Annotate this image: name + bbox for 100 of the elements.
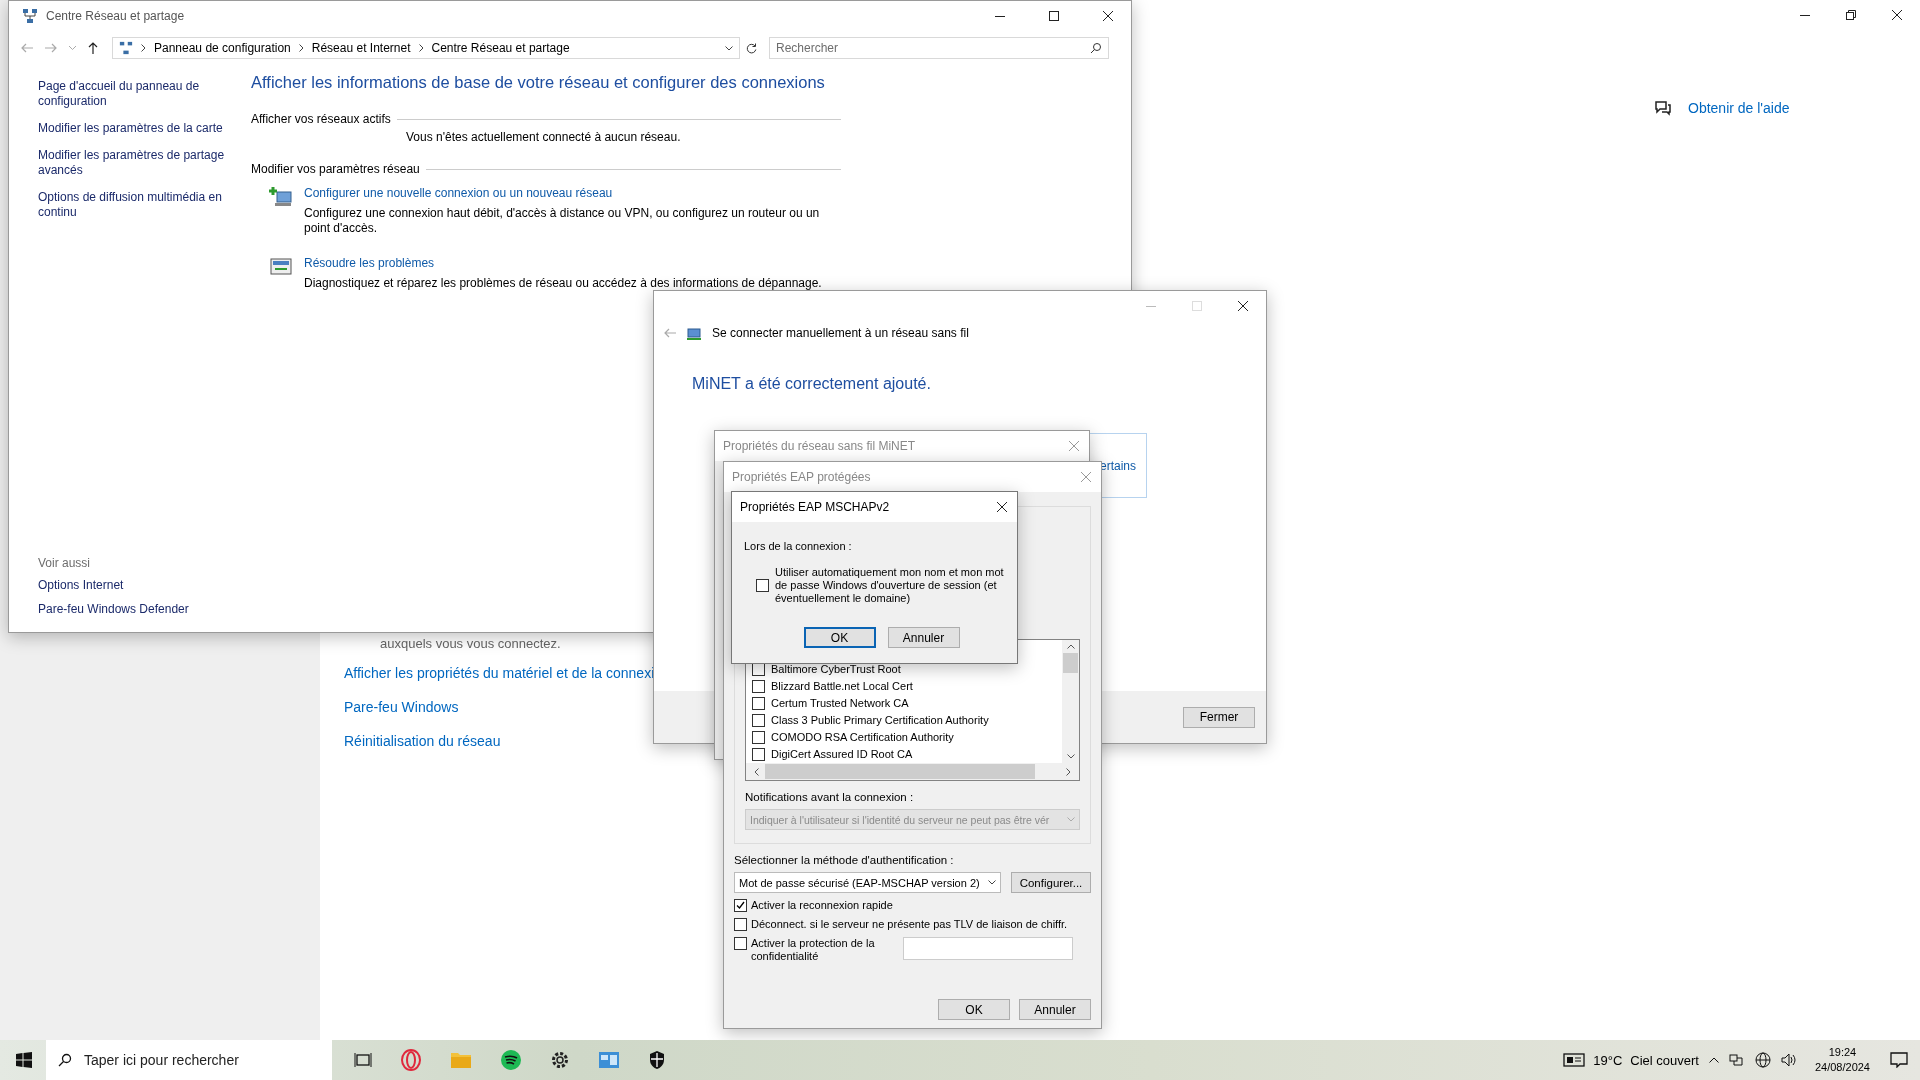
ok-button[interactable]: OK <box>938 999 1010 1020</box>
close-icon[interactable] <box>1103 11 1113 21</box>
checkbox[interactable] <box>752 679 765 693</box>
maximize-icon[interactable] <box>1049 11 1059 21</box>
auth-method-dropdown[interactable]: Mot de passe sécurisé (EAP-MSCHAP version 2) <box>734 872 1001 893</box>
dropdown-caret-icon <box>1067 817 1075 822</box>
status-message: Vous n'êtes actuellement connecté à aucun réseau. <box>406 130 682 144</box>
task-link[interactable]: Configurer une nouvelle connexion ou un nouveau réseau <box>304 186 834 200</box>
sidebar-link[interactable]: Pare-feu Windows Defender <box>38 602 228 616</box>
sidebar-link[interactable]: Options Internet <box>38 578 228 592</box>
checkbox[interactable] <box>752 696 765 710</box>
sidebar-link[interactable]: Page d'accueil du panneau de configuration <box>38 79 228 109</box>
text-field[interactable] <box>903 937 1073 960</box>
task-link[interactable]: Résoudre les problèmes <box>304 256 834 270</box>
certificate-name: Blizzard Battle.net Local Cert <box>771 680 913 692</box>
sidebar-link[interactable]: Modifier les paramètres de la carte <box>38 121 228 136</box>
page-heading: Afficher les informations de base de votre réseau et configurer des connexions <box>251 73 826 92</box>
task-view-icon[interactable] <box>354 1052 372 1068</box>
network-icon[interactable] <box>1728 1053 1745 1067</box>
vertical-scrollbar[interactable] <box>1062 640 1079 763</box>
network-icon <box>22 8 38 24</box>
scrollbar-thumb[interactable] <box>1063 653 1078 673</box>
cancel-button[interactable]: Annuler <box>1019 999 1091 1020</box>
checkbox[interactable] <box>752 730 765 744</box>
dropdown-caret-icon[interactable] <box>725 45 733 51</box>
certificate-name: COMODO RSA Certification Authority <box>771 731 954 743</box>
notification-icon[interactable] <box>1890 1052 1908 1068</box>
minimize-icon[interactable] <box>995 15 1005 17</box>
wizard-title: Se connecter manuellement à un réseau sans fil <box>712 326 969 340</box>
chevron-icon <box>418 44 424 52</box>
chevron-up-icon[interactable] <box>1708 1057 1719 1063</box>
weather-text[interactable]: Ciel couvert <box>1630 1052 1699 1068</box>
close-icon[interactable] <box>1892 10 1902 20</box>
close-button[interactable]: Fermer <box>1183 706 1255 728</box>
clock-time[interactable]: 19:24 <box>1828 1045 1857 1060</box>
new-connection-icon <box>269 186 293 208</box>
music-app-icon[interactable] <box>500 1049 522 1071</box>
checkbox[interactable] <box>752 747 765 761</box>
clock-date[interactable]: 24/08/2024 <box>1814 1060 1870 1075</box>
up-arrow-icon[interactable] <box>88 42 98 54</box>
temperature-text[interactable]: 19°C <box>1593 1052 1623 1068</box>
settings-link[interactable]: Pare-feu Windows <box>344 699 655 715</box>
section-label: Afficher vos réseaux actifs <box>251 112 391 126</box>
breadcrumb-item[interactable]: Centre Réseau et partage <box>431 41 570 55</box>
taskbar-search-field[interactable]: Taper ici pour rechercher <box>46 1040 332 1080</box>
speaker-icon[interactable] <box>1780 1052 1797 1068</box>
scrollbar-thumb[interactable] <box>765 764 1035 779</box>
ring-app-icon[interactable] <box>400 1049 422 1071</box>
settings-link[interactable]: Afficher les propriétés du matériel et de la connexi <box>344 665 655 681</box>
windows-logo-icon[interactable] <box>16 1052 32 1068</box>
scroll-down-icon[interactable] <box>1066 754 1075 759</box>
close-icon[interactable] <box>997 502 1007 512</box>
help-link[interactable]: Obtenir de l'aide <box>1688 100 1790 116</box>
control-panel-icon[interactable] <box>598 1051 620 1069</box>
field-label: Sélectionner la méthode d'authentification : <box>734 854 955 866</box>
globe-icon[interactable] <box>1754 1052 1771 1068</box>
settings-icon[interactable] <box>550 1050 570 1070</box>
address-bar[interactable]: Panneau de configuration Réseau et Internet Centre Réseau et partage <box>112 37 740 59</box>
ok-button[interactable]: OK <box>803 627 876 648</box>
sidebar-link[interactable]: Options de diffusion multimédia en continu <box>38 190 228 220</box>
checkbox[interactable] <box>734 918 747 931</box>
field-label: Notifications avant la connexion : <box>745 791 915 803</box>
sidebar-link[interactable]: Modifier les paramètres de partage avancés <box>38 148 228 178</box>
search-field[interactable]: Rechercher <box>769 37 1109 59</box>
certificate-name: Certum Trusted Network CA <box>771 697 909 709</box>
search-icon <box>58 1053 72 1067</box>
cancel-button[interactable]: Annuler <box>887 627 960 648</box>
section-label: Voir aussi <box>38 556 92 570</box>
refresh-icon[interactable] <box>746 42 757 54</box>
checkbox[interactable] <box>734 937 747 950</box>
scroll-up-icon[interactable] <box>1066 644 1075 649</box>
settings-link[interactable]: Réinitialisation du réseau <box>344 733 655 749</box>
certificate-name: DigiCert Assured ID Root CA <box>771 748 913 760</box>
dialog-title: Propriétés EAP MSCHAPv2 <box>740 500 890 514</box>
dropdown-caret-icon <box>987 880 996 885</box>
search-icon <box>1090 42 1102 54</box>
checkbox-label: Activer la protection de la confidentialité <box>751 937 876 963</box>
weather-icon[interactable] <box>1563 1052 1586 1068</box>
window-title: Centre Réseau et partage <box>46 9 185 23</box>
group-label: Lors de la connexion : <box>744 540 853 552</box>
section-label: Modifier vos paramètres réseau <box>251 162 420 176</box>
scroll-left-icon[interactable] <box>754 767 759 776</box>
configure-button[interactable]: Configurer... <box>1010 872 1091 893</box>
scroll-right-icon[interactable] <box>1066 767 1071 776</box>
minimize-icon[interactable] <box>1800 14 1810 16</box>
help-chat-icon <box>1654 100 1672 116</box>
checkbox[interactable] <box>734 899 747 912</box>
checkbox[interactable] <box>752 713 765 727</box>
close-icon[interactable] <box>1238 301 1248 311</box>
checkbox-label: Déconnect. si le serveur ne présente pas TLV de liaison de chiffr. <box>751 918 1068 930</box>
breadcrumb-item[interactable]: Réseau et Internet <box>311 41 411 55</box>
chevron-icon <box>141 44 146 52</box>
shield-icon[interactable] <box>648 1050 666 1070</box>
restore-icon[interactable] <box>1846 10 1856 20</box>
breadcrumb-item[interactable]: Panneau de configuration <box>154 41 291 55</box>
checkbox-label: Utiliser automatiquement mon nom et mon mot de passe Windows d'ouverture de session (et éventuellement le domaine) <box>775 566 1005 605</box>
checkbox[interactable] <box>756 579 769 592</box>
checkbox-label: Activer la reconnexion rapide <box>751 899 893 911</box>
dialog-title: Propriétés EAP protégées <box>732 470 871 484</box>
horizontal-scrollbar[interactable] <box>746 763 1079 780</box>
